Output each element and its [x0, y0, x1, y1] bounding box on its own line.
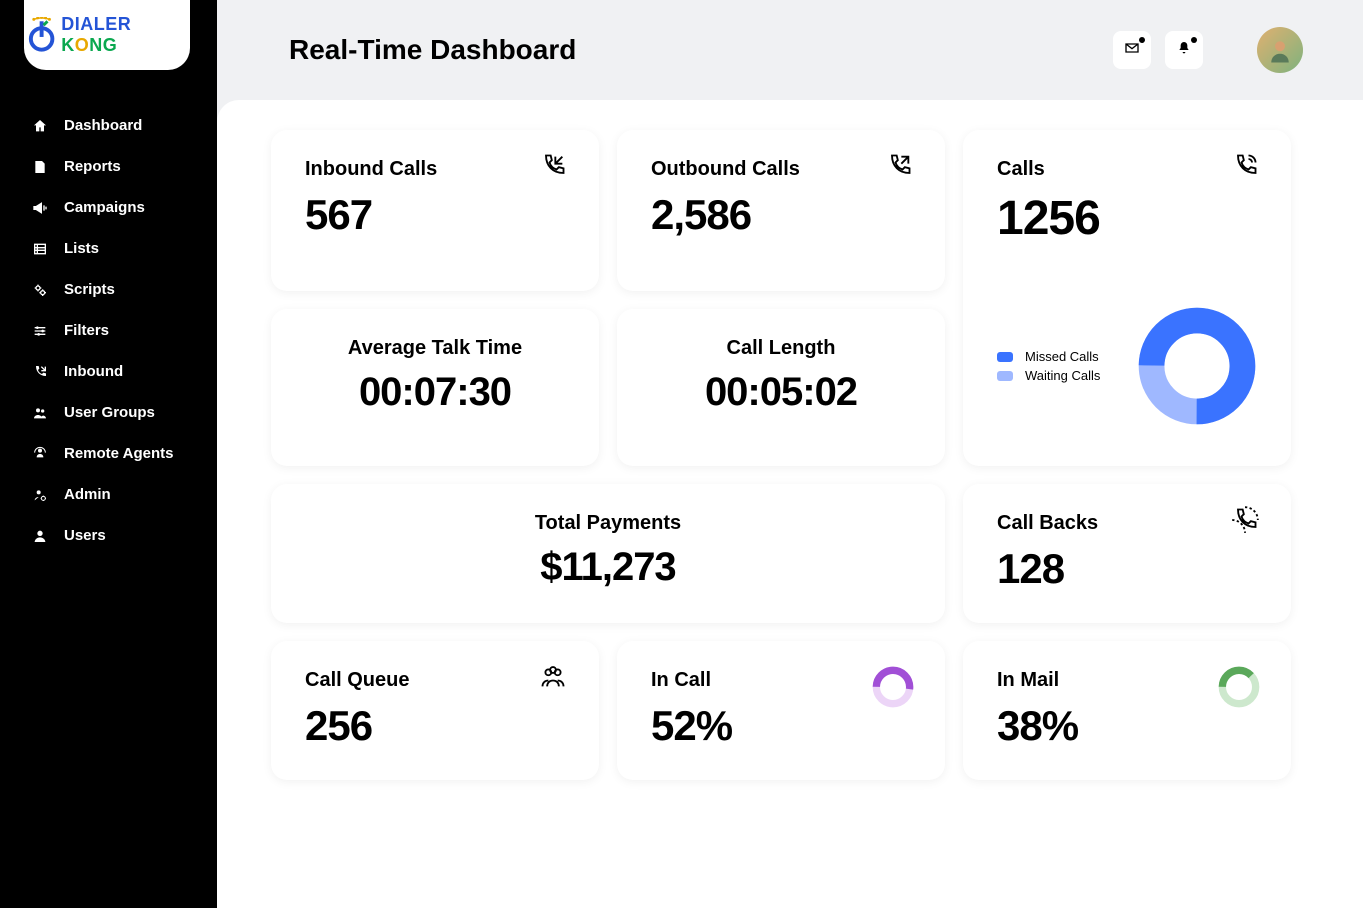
- card-value: 38%: [997, 702, 1257, 750]
- sidebar-item-label: Remote Agents: [64, 445, 173, 462]
- sidebar-item-label: Inbound: [64, 363, 123, 380]
- card-in-mail: In Mail 38%: [963, 641, 1291, 780]
- sidebar-item-campaigns[interactable]: Campaigns: [0, 187, 217, 228]
- card-label: Call Queue: [305, 669, 565, 692]
- card-outbound-calls: Outbound Calls 2,586: [617, 130, 945, 291]
- card-value: 1256: [997, 191, 1257, 246]
- sidebar-item-label: Reports: [64, 158, 121, 175]
- sidebar-item-scripts[interactable]: Scripts: [0, 269, 217, 310]
- sidebar-item-label: Admin: [64, 486, 111, 503]
- sidebar-item-admin[interactable]: Admin: [0, 474, 217, 515]
- card-label: Call Length: [651, 337, 911, 360]
- card-inbound-calls: Inbound Calls 567: [271, 130, 599, 291]
- notification-dot: [1139, 37, 1145, 43]
- card-value: 567: [305, 191, 565, 239]
- legend-swatch-waiting: [997, 371, 1013, 381]
- home-icon: [32, 118, 48, 134]
- phone-ringing-icon: [1231, 152, 1261, 182]
- user-icon: [32, 528, 48, 544]
- legend-label: Missed Calls: [1025, 349, 1099, 364]
- gears-icon: [32, 282, 48, 298]
- card-value: 52%: [651, 702, 911, 750]
- sidebar-item-dashboard[interactable]: Dashboard: [0, 105, 217, 146]
- topbar: Real-Time Dashboard: [217, 0, 1363, 100]
- in-mail-gauge: [1217, 665, 1261, 709]
- sidebar: DIALER KONG Dashboard Reports Campaigns …: [0, 0, 217, 908]
- card-call-length: Call Length 00:05:02: [617, 309, 945, 467]
- list-icon: [32, 241, 48, 257]
- card-label: Inbound Calls: [305, 158, 565, 181]
- card-calls: Calls 1256 Missed Calls Waiting Calls: [963, 130, 1291, 466]
- sidebar-item-inbound[interactable]: Inbound: [0, 351, 217, 392]
- card-value: 00:07:30: [305, 370, 565, 415]
- card-label: Average Talk Time: [305, 337, 565, 360]
- sidebar-item-label: Scripts: [64, 281, 115, 298]
- card-in-call: In Call 52%: [617, 641, 945, 780]
- callback-icon: [1231, 506, 1261, 536]
- sidebar-item-user-groups[interactable]: User Groups: [0, 392, 217, 433]
- sidebar-item-label: Users: [64, 527, 106, 544]
- sidebar-item-label: Lists: [64, 240, 99, 257]
- notifications-button[interactable]: [1165, 31, 1203, 69]
- card-value: 2,586: [651, 191, 911, 239]
- bell-icon: [1176, 40, 1192, 61]
- headset-network-icon: [32, 446, 48, 462]
- phone-in-icon: [32, 364, 48, 380]
- card-call-queue: Call Queue 256: [271, 641, 599, 780]
- brand-mark-icon: [24, 17, 59, 53]
- phone-outgoing-icon: [885, 152, 915, 182]
- avatar-placeholder-icon: [1265, 35, 1295, 65]
- card-value: 128: [997, 545, 1257, 593]
- calls-legend: Missed Calls Waiting Calls: [997, 345, 1100, 387]
- sidebar-item-remote-agents[interactable]: Remote Agents: [0, 433, 217, 474]
- card-total-payments: Total Payments $11,273: [271, 484, 945, 623]
- people-group-icon: [539, 663, 569, 693]
- brand-text: DIALER KONG: [61, 14, 190, 56]
- card-value: $11,273: [305, 545, 911, 590]
- card-label: Total Payments: [305, 512, 911, 535]
- messages-button[interactable]: [1113, 31, 1151, 69]
- megaphone-icon: [32, 200, 48, 216]
- sidebar-item-reports[interactable]: Reports: [0, 146, 217, 187]
- users-icon: [32, 405, 48, 421]
- sidebar-item-users[interactable]: Users: [0, 515, 217, 556]
- card-label: Outbound Calls: [651, 158, 911, 181]
- in-call-gauge: [871, 665, 915, 709]
- sidebar-item-filters[interactable]: Filters: [0, 310, 217, 351]
- logo[interactable]: DIALER KONG: [24, 0, 190, 70]
- card-label: Calls: [997, 158, 1257, 181]
- avatar[interactable]: [1257, 27, 1303, 73]
- calls-donut-chart: [1137, 306, 1257, 426]
- legend-label: Waiting Calls: [1025, 368, 1100, 383]
- card-call-backs: Call Backs 128: [963, 484, 1291, 623]
- card-value: 256: [305, 702, 565, 750]
- user-gear-icon: [32, 487, 48, 503]
- sidebar-item-label: User Groups: [64, 404, 155, 421]
- card-avg-talk-time: Average Talk Time 00:07:30: [271, 309, 599, 467]
- card-label: Call Backs: [997, 512, 1257, 535]
- notification-dot: [1191, 37, 1197, 43]
- content: Inbound Calls 567 Outbound Calls 2,586 C…: [217, 100, 1363, 908]
- phone-incoming-icon: [539, 152, 569, 182]
- sidebar-item-label: Filters: [64, 322, 109, 339]
- sidebar-item-label: Dashboard: [64, 117, 142, 134]
- chart-file-icon: [32, 159, 48, 175]
- sidebar-item-lists[interactable]: Lists: [0, 228, 217, 269]
- sidebar-item-label: Campaigns: [64, 199, 145, 216]
- envelope-icon: [1124, 40, 1140, 61]
- legend-swatch-missed: [997, 352, 1013, 362]
- page-title: Real-Time Dashboard: [289, 34, 576, 66]
- card-value: 00:05:02: [651, 370, 911, 415]
- main-nav: Dashboard Reports Campaigns Lists Script…: [0, 70, 217, 556]
- sliders-icon: [32, 323, 48, 339]
